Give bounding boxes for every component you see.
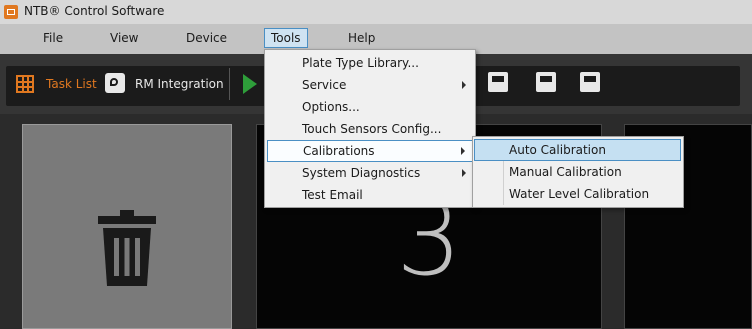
menu-item-calibrations[interactable]: Calibrations: [267, 140, 473, 162]
submenu-arrow-icon: [462, 81, 466, 89]
menu-help[interactable]: Help: [348, 31, 375, 45]
device-slot-icon-3[interactable]: [580, 72, 600, 92]
task-list-button[interactable]: Task List: [46, 77, 97, 91]
toolbar-separator: [229, 68, 230, 100]
menu-item-system-diagnostics[interactable]: System Diagnostics: [266, 162, 474, 184]
menu-item-label: Options...: [302, 100, 360, 114]
menu-item-label: Water Level Calibration: [509, 187, 650, 201]
rm-integration-button[interactable]: RM Integration: [135, 77, 224, 91]
menu-item-auto-calibration[interactable]: Auto Calibration: [474, 139, 681, 161]
menu-item-label: Service: [302, 78, 347, 92]
menu-item-water-level-calibration[interactable]: Water Level Calibration: [474, 183, 681, 205]
play-icon[interactable]: [243, 74, 257, 94]
menu-item-label: System Diagnostics: [302, 166, 421, 180]
menu-item-label: Manual Calibration: [509, 165, 622, 179]
menu-view[interactable]: View: [110, 31, 138, 45]
menu-item-label: Auto Calibration: [509, 143, 606, 157]
menu-item-service[interactable]: Service: [266, 74, 474, 96]
menu-item-label: Plate Type Library...: [302, 56, 419, 70]
menu-file[interactable]: File: [43, 31, 63, 45]
app-logo-icon: [4, 5, 18, 19]
title-bar: NTB® Control Software: [0, 0, 752, 24]
menu-item-plate-type-library[interactable]: Plate Type Library...: [266, 52, 474, 74]
trash-icon: [98, 210, 156, 286]
submenu-arrow-icon: [462, 169, 466, 177]
menu-item-manual-calibration[interactable]: Manual Calibration: [474, 161, 681, 183]
submenu-arrow-icon: [461, 147, 465, 155]
device-slot-icon-2[interactable]: [536, 72, 556, 92]
menu-item-test-email[interactable]: Test Email: [266, 184, 474, 206]
device-slot-icon-1[interactable]: [488, 72, 508, 92]
menu-tools[interactable]: Tools: [264, 28, 308, 48]
menu-item-label: Calibrations: [303, 144, 375, 158]
menu-item-label: Test Email: [302, 188, 363, 202]
rm-integration-icon[interactable]: [105, 73, 125, 93]
menu-item-label: Touch Sensors Config...: [302, 122, 442, 136]
tools-dropdown-menu: Plate Type Library... Service Options...…: [264, 49, 476, 208]
menu-device[interactable]: Device: [186, 31, 227, 45]
menu-item-options[interactable]: Options...: [266, 96, 474, 118]
window-title: NTB® Control Software: [24, 4, 165, 18]
menu-item-touch-sensors-config[interactable]: Touch Sensors Config...: [266, 118, 474, 140]
task-list-icon[interactable]: [16, 75, 34, 93]
